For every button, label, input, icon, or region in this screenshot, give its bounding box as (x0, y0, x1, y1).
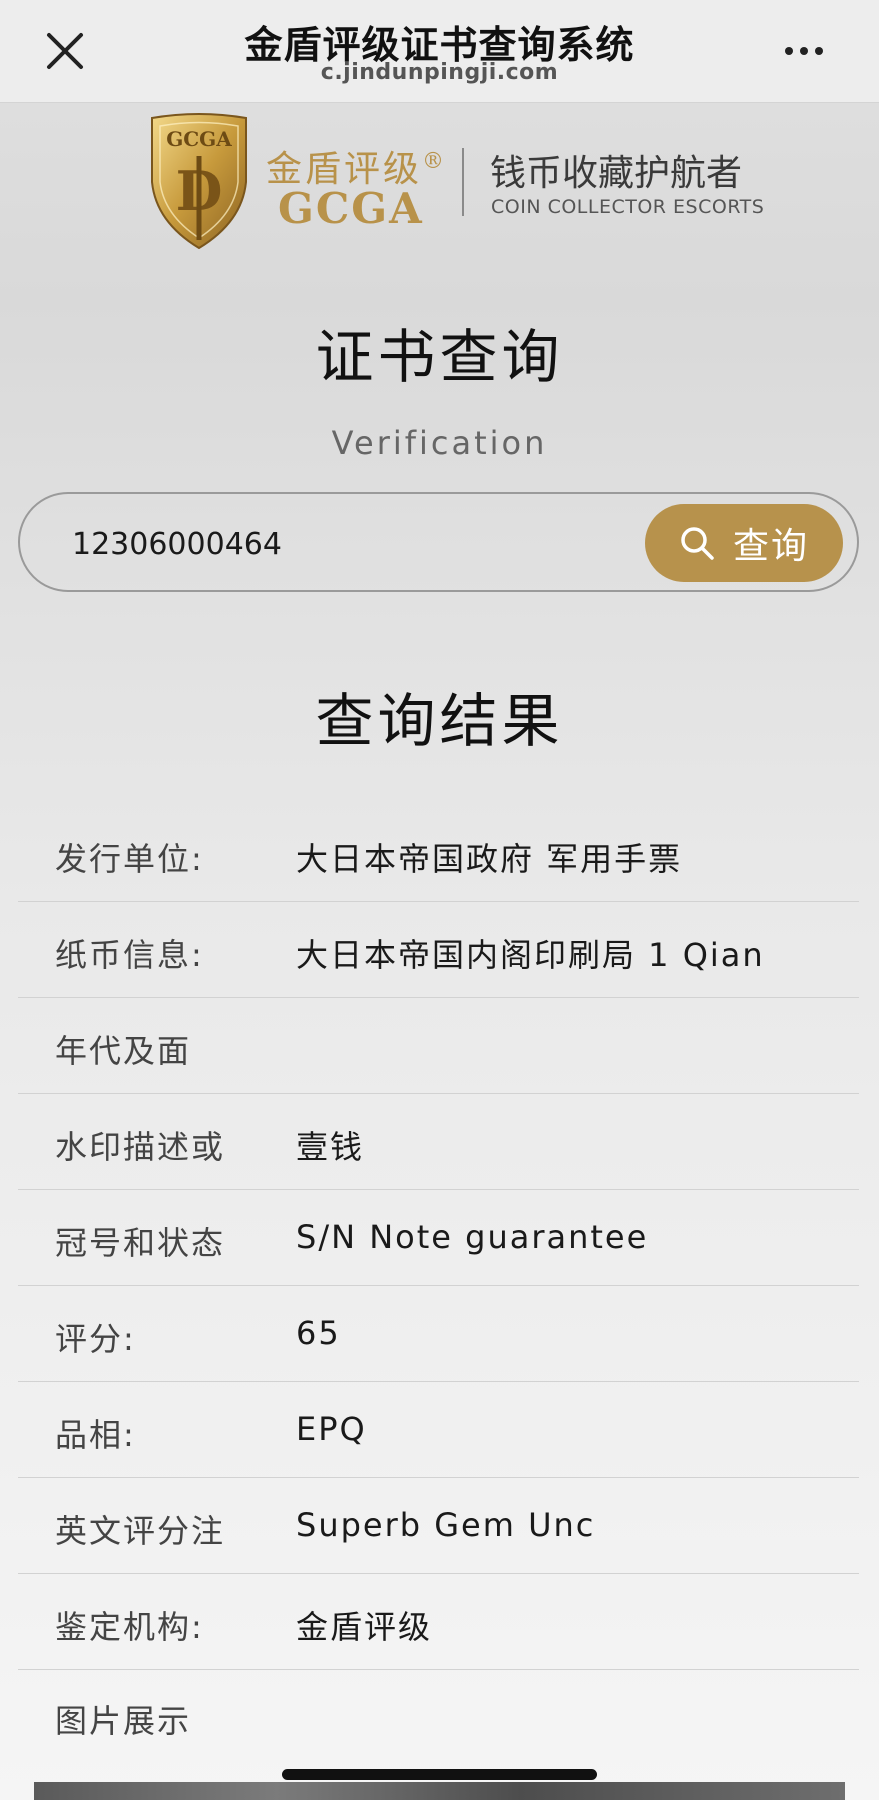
table-row: 冠号和状态 S/N Note guarantee (18, 1190, 859, 1286)
home-indicator[interactable] (282, 1769, 597, 1780)
gcga-shield-logo-icon: GCGA D (151, 113, 247, 250)
search-button[interactable]: 查询 (645, 504, 843, 582)
close-icon (47, 33, 83, 69)
certificate-number-input[interactable] (70, 516, 634, 572)
row-label: 水印描述或 (55, 1128, 226, 1166)
row-value: 大日本帝国内阁印刷局 1 Qian (296, 936, 765, 974)
close-button[interactable] (40, 26, 90, 76)
more-dot-icon (785, 47, 793, 55)
row-value: 65 (296, 1314, 341, 1352)
more-dot-icon (800, 47, 808, 55)
row-label: 英文评分注 (55, 1512, 226, 1550)
row-label: 鉴定机构: (55, 1608, 204, 1646)
results-table: 发行单位: 大日本帝国政府 军用手票 纸币信息: 大日本帝国内阁印刷局 1 Qi… (18, 806, 859, 1670)
row-label: 冠号和状态 (55, 1224, 226, 1262)
table-row: 品相: EPQ (18, 1382, 859, 1478)
table-row: 年代及面 (18, 998, 859, 1094)
search-icon (681, 527, 714, 560)
row-label: 纸币信息: (55, 936, 204, 974)
brand-logo-banner: GCGA D 金盾评级® GCGA 钱币收藏护航者 COIN COLLECTOR… (0, 110, 879, 255)
brand-english-name: GCGA (278, 184, 424, 233)
row-value: EPQ (296, 1410, 367, 1448)
table-row: 英文评分注 Superb Gem Unc (18, 1478, 859, 1574)
page-subtitle: Verification (331, 424, 548, 462)
row-value: 金盾评级 (296, 1608, 433, 1646)
row-label: 年代及面 (55, 1032, 192, 1070)
table-row: 鉴定机构: 金盾评级 (18, 1574, 859, 1670)
table-row: 水印描述或 壹钱 (18, 1094, 859, 1190)
browser-top-bar: 金盾评级证书查询系统 c.jindunpingji.com (0, 0, 879, 103)
row-label: 评分: (55, 1320, 136, 1358)
more-dot-icon (815, 47, 823, 55)
table-row: 发行单位: 大日本帝国政府 军用手票 (18, 806, 859, 902)
certificate-search-bar: 查询 (18, 492, 859, 592)
brand-slogan-english: COIN COLLECTOR ESCORTS (491, 196, 765, 218)
search-button-label: 查询 (732, 526, 809, 567)
more-options-button[interactable] (769, 26, 839, 76)
results-heading: 查询结果 (315, 687, 564, 755)
page-title: 证书查询 (315, 323, 564, 391)
row-value: S/N Note guarantee (296, 1218, 649, 1256)
row-label: 品相: (55, 1416, 136, 1454)
row-label: 发行单位: (55, 840, 204, 878)
brand-divider (462, 148, 464, 216)
banknote-photo[interactable] (34, 1782, 845, 1800)
image-gallery-label: 图片展示 (55, 1702, 192, 1740)
page-url: c.jindunpingji.com (320, 60, 559, 85)
table-row: 纸币信息: 大日本帝国内阁印刷局 1 Qian (18, 902, 859, 998)
brand-slogan: 钱币收藏护航者 (490, 153, 743, 194)
row-value: Superb Gem Unc (296, 1506, 596, 1544)
table-row: 评分: 65 (18, 1286, 859, 1382)
row-value: 大日本帝国政府 军用手票 (296, 840, 683, 878)
row-value: 壹钱 (296, 1128, 365, 1166)
svg-text:GCGA: GCGA (166, 127, 232, 151)
